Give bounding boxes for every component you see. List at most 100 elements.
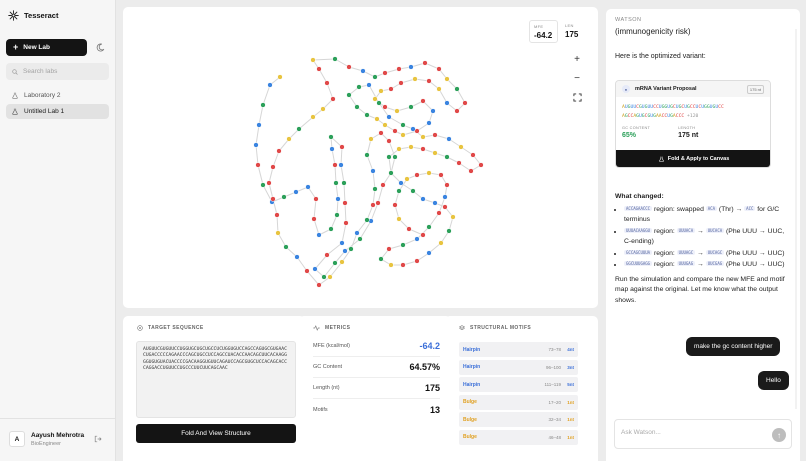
sequence-input[interactable]: AUGUUCGUGUUCCUGGUGCUGCUGCCUCUGGUGUCCAGCC… <box>136 341 296 418</box>
zoom-out-button[interactable]: − <box>570 71 584 85</box>
nucleotide-node[interactable] <box>286 136 292 142</box>
motif-row[interactable]: Hairpin 73–78 4nt <box>459 342 578 357</box>
chat-scrollbar[interactable] <box>795 29 797 409</box>
nucleotide-node[interactable] <box>392 128 398 134</box>
nucleotide-node[interactable] <box>382 70 388 76</box>
nucleotide-node[interactable] <box>305 184 311 190</box>
nucleotide-node[interactable] <box>422 60 428 66</box>
nucleotide-node[interactable] <box>436 86 442 92</box>
nucleotide-node[interactable] <box>396 216 402 222</box>
nucleotide-node[interactable] <box>324 252 330 258</box>
nucleotide-node[interactable] <box>256 122 262 128</box>
nucleotide-node[interactable] <box>404 176 410 182</box>
nucleotide-node[interactable] <box>267 82 273 88</box>
nucleotide-node[interactable] <box>327 274 333 280</box>
nucleotide-node[interactable] <box>294 254 300 260</box>
nucleotide-node[interactable] <box>444 182 450 188</box>
send-button[interactable]: ↑ <box>772 428 786 442</box>
nucleotide-node[interactable] <box>311 216 317 222</box>
nucleotide-node[interactable] <box>380 182 386 188</box>
nucleotide-node[interactable] <box>398 180 404 186</box>
nucleotide-node[interactable] <box>329 146 335 152</box>
nucleotide-node[interactable] <box>354 230 360 236</box>
nucleotide-node[interactable] <box>456 160 462 166</box>
nucleotide-node[interactable] <box>382 122 388 128</box>
nucleotide-node[interactable] <box>368 136 374 142</box>
nucleotide-node[interactable] <box>364 152 370 158</box>
nucleotide-node[interactable] <box>400 122 406 128</box>
nucleotide-node[interactable] <box>316 282 322 288</box>
nucleotide-node[interactable] <box>436 210 442 216</box>
nucleotide-node[interactable] <box>432 150 438 156</box>
nucleotide-node[interactable] <box>293 189 299 195</box>
nucleotide-node[interactable] <box>386 114 392 120</box>
nucleotide-node[interactable] <box>454 108 460 114</box>
nucleotide-node[interactable] <box>408 104 414 110</box>
nucleotide-node[interactable] <box>442 194 448 200</box>
nucleotide-node[interactable] <box>370 202 376 208</box>
nucleotide-node[interactable] <box>310 57 316 63</box>
nucleotide-node[interactable] <box>438 172 444 178</box>
zoom-in-button[interactable]: + <box>570 52 584 66</box>
nucleotide-node[interactable] <box>275 230 281 236</box>
nucleotide-node[interactable] <box>357 236 363 242</box>
nucleotide-node[interactable] <box>313 196 319 202</box>
nucleotide-node[interactable] <box>310 114 316 120</box>
nucleotide-node[interactable] <box>341 180 347 186</box>
nucleotide-node[interactable] <box>332 56 338 62</box>
nucleotide-node[interactable] <box>458 144 464 150</box>
nucleotide-node[interactable] <box>430 108 436 114</box>
nucleotide-node[interactable] <box>420 134 426 140</box>
nucleotide-node[interactable] <box>392 154 398 160</box>
nucleotide-node[interactable] <box>281 194 287 200</box>
nucleotide-node[interactable] <box>450 214 456 220</box>
nucleotide-node[interactable] <box>386 138 392 144</box>
nucleotide-node[interactable] <box>432 132 438 138</box>
nucleotide-node[interactable] <box>333 180 339 186</box>
theme-toggle-moon-icon[interactable] <box>96 43 105 52</box>
nucleotide-node[interactable] <box>378 88 384 94</box>
nucleotide-node[interactable] <box>274 212 280 218</box>
nucleotide-node[interactable] <box>378 256 384 262</box>
nucleotide-node[interactable] <box>426 120 432 126</box>
nucleotide-node[interactable] <box>360 68 366 74</box>
nucleotide-node[interactable] <box>408 144 414 150</box>
nucleotide-node[interactable] <box>374 116 380 122</box>
nucleotide-node[interactable] <box>400 242 406 248</box>
nucleotide-node[interactable] <box>444 100 450 106</box>
nucleotide-node[interactable] <box>394 108 400 114</box>
motif-row[interactable]: Bulge 17–20 1nt <box>459 394 578 410</box>
nucleotide-node[interactable] <box>330 96 336 102</box>
nucleotide-node[interactable] <box>468 168 474 174</box>
nucleotide-node[interactable] <box>304 268 310 274</box>
nucleotide-node[interactable] <box>388 262 394 268</box>
nucleotide-node[interactable] <box>324 80 330 86</box>
nucleotide-node[interactable] <box>406 226 412 232</box>
nucleotide-node[interactable] <box>320 106 326 112</box>
nucleotide-node[interactable] <box>270 196 276 202</box>
nucleotide-node[interactable] <box>412 76 418 82</box>
nucleotide-node[interactable] <box>414 172 420 178</box>
nucleotide-node[interactable] <box>342 200 348 206</box>
chat-input-box[interactable]: ↑ <box>614 419 792 449</box>
nucleotide-node[interactable] <box>470 152 476 158</box>
nucleotide-node[interactable] <box>255 162 261 168</box>
nucleotide-node[interactable] <box>388 170 394 176</box>
nucleotide-node[interactable] <box>396 188 402 194</box>
motif-row[interactable]: Bulge 46–48 1nt <box>459 429 578 445</box>
nucleotide-node[interactable] <box>376 100 382 106</box>
nucleotide-node[interactable] <box>316 232 322 238</box>
nucleotide-node[interactable] <box>334 212 340 218</box>
new-lab-button[interactable]: + New Lab <box>6 39 87 56</box>
nucleotide-node[interactable] <box>410 126 416 132</box>
brand[interactable]: Tesseract <box>8 10 58 21</box>
nucleotide-node[interactable] <box>396 66 402 72</box>
nucleotide-node[interactable] <box>253 142 259 148</box>
nucleotide-node[interactable] <box>454 86 460 92</box>
nucleotide-node[interactable] <box>316 66 322 72</box>
nucleotide-node[interactable] <box>372 186 378 192</box>
nucleotide-node[interactable] <box>321 274 327 280</box>
nucleotide-node[interactable] <box>375 200 381 206</box>
nucleotide-node[interactable] <box>444 154 450 160</box>
chat-input[interactable] <box>621 429 761 436</box>
